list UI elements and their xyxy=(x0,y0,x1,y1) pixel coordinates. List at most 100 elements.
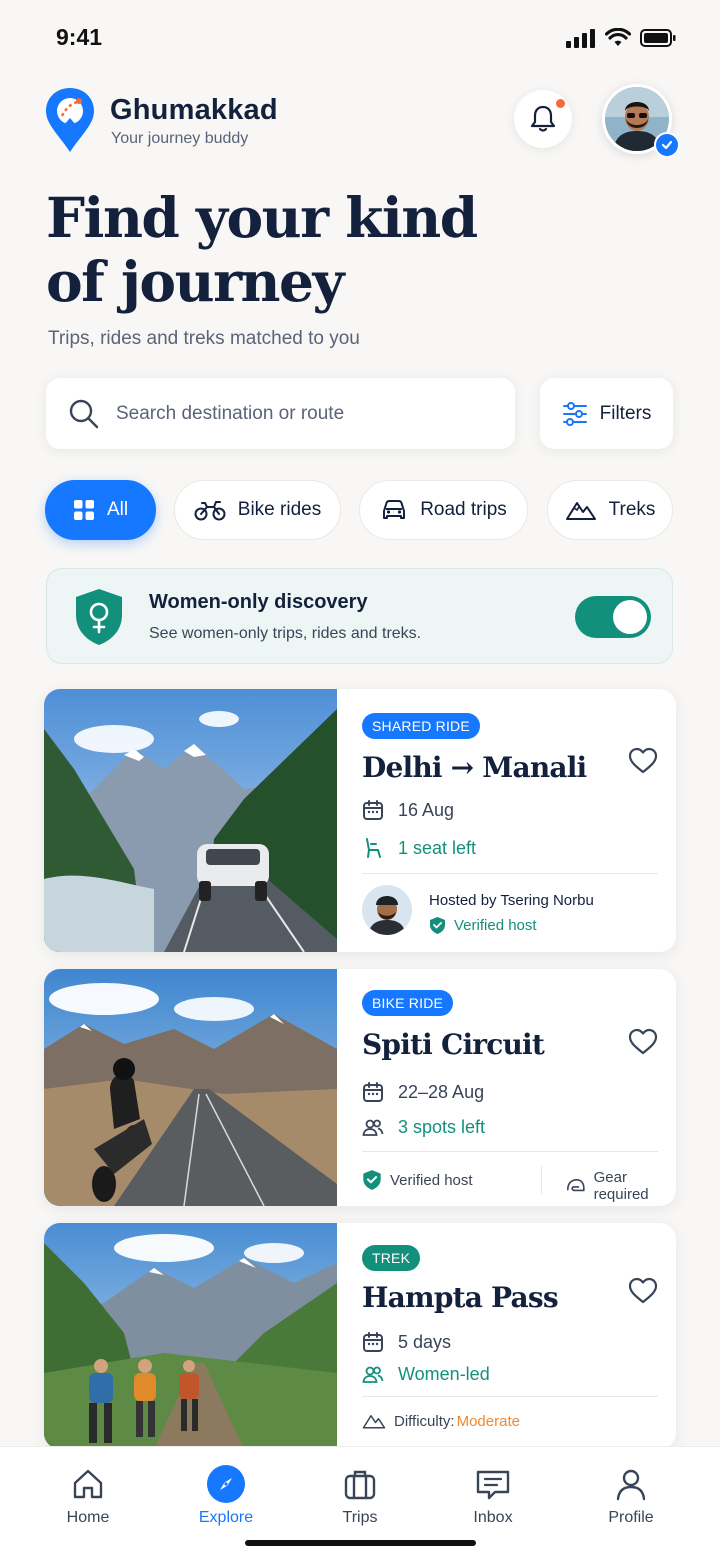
difficulty-label: Difficulty: xyxy=(394,1412,455,1430)
people-icon xyxy=(362,1119,384,1136)
bell-icon xyxy=(530,105,556,132)
tab-home[interactable]: Home xyxy=(43,1465,133,1527)
divider xyxy=(362,1151,658,1152)
host-verified: Verified host xyxy=(429,916,537,935)
host-verified-text: Verified host xyxy=(454,917,537,934)
listing-body: SHARED RIDE Delhi → Manali 16 Aug 1 seat… xyxy=(362,689,676,952)
meta-separator xyxy=(541,1166,542,1194)
profile-avatar-button[interactable] xyxy=(602,84,680,158)
listing-availability-text: 3 spots left xyxy=(398,1117,486,1137)
listing-body: TREK Hampta Pass 5 days Women-led Diffic… xyxy=(362,1223,676,1449)
toggle-knob xyxy=(613,600,647,634)
category-chip-all[interactable]: All xyxy=(45,480,156,540)
listing-difficulty: Difficulty: Moderate xyxy=(362,1412,520,1430)
category-chip-label: Bike rides xyxy=(237,499,322,520)
favorite-heart-icon[interactable] xyxy=(628,747,658,775)
listing-duration-text: 5 days xyxy=(398,1331,452,1352)
listing-leadership: Women-led xyxy=(362,1364,490,1385)
tab-label: Profile xyxy=(608,1509,654,1526)
notifications-button[interactable] xyxy=(514,90,572,148)
listing-title: Spiti Circuit xyxy=(362,1028,545,1061)
listing-badge: SHARED RIDE xyxy=(362,713,480,739)
calendar-icon xyxy=(363,1332,383,1352)
home-indicator xyxy=(245,1540,476,1546)
calendar-icon xyxy=(363,1082,383,1102)
search-input[interactable] xyxy=(116,402,476,425)
status-time: 9:41 xyxy=(56,24,103,50)
tab-explore[interactable]: Explore xyxy=(181,1465,271,1527)
category-chip-treks[interactable]: Treks xyxy=(547,480,673,540)
host-name: Hosted by Tsering Norbu xyxy=(429,892,594,909)
listing-title: Hampta Pass xyxy=(362,1281,559,1314)
tab-profile[interactable]: Profile xyxy=(586,1465,676,1527)
listing-image-mountain-road-car xyxy=(44,689,337,952)
listing-gear-required: Gear required xyxy=(566,1169,676,1203)
filters-button[interactable]: Filters xyxy=(540,378,673,449)
logo-pin-icon xyxy=(46,88,94,152)
women-only-subtitle: See women-only trips, rides and treks. xyxy=(149,625,422,642)
listing-card-hampta-pass[interactable]: TREK Hampta Pass 5 days Women-led Diffic… xyxy=(44,1223,676,1449)
app-header: Ghumakkad Your journey buddy xyxy=(44,84,680,158)
chat-icon xyxy=(476,1470,510,1500)
search-icon xyxy=(69,399,99,428)
search-bar[interactable] xyxy=(46,378,515,449)
listing-availability-text: 1 seat left xyxy=(398,837,477,858)
tab-label: Home xyxy=(66,1509,110,1526)
tab-label: Explore xyxy=(198,1509,254,1526)
listing-leadership-text: Women-led xyxy=(398,1364,490,1384)
listing-date-text: 16 Aug xyxy=(398,799,455,820)
home-icon xyxy=(73,1469,103,1499)
listing-badge: BIKE RIDE xyxy=(362,990,454,1016)
listing-body: BIKE RIDE Spiti Circuit 22–28 Aug 3 spot… xyxy=(362,969,676,1206)
calendar-icon xyxy=(363,800,383,820)
motorbike-icon xyxy=(194,501,226,521)
women-only-discovery-card: Women-only discovery See women-only trip… xyxy=(46,568,673,664)
women-only-toggle[interactable] xyxy=(575,596,651,638)
filters-label: Filters xyxy=(599,402,652,424)
signal-icon xyxy=(566,29,595,48)
category-chip-label: Road trips xyxy=(420,499,507,520)
listing-verified-host: Verified host xyxy=(362,1169,473,1191)
verified-shield-icon xyxy=(430,917,445,934)
status-bar: 9:41 xyxy=(0,0,720,78)
page-title-line-1: Find your kind xyxy=(46,185,478,250)
category-chip-bike-rides[interactable]: Bike rides xyxy=(174,480,341,540)
gear-required-text: Gear required xyxy=(593,1169,649,1203)
category-chip-road-trips[interactable]: Road trips xyxy=(359,480,528,540)
women-shield-icon xyxy=(76,589,122,645)
tab-label: Inbox xyxy=(473,1509,513,1526)
battery-icon xyxy=(640,29,676,47)
listing-card-spiti-circuit[interactable]: BIKE RIDE Spiti Circuit 22–28 Aug 3 spot… xyxy=(44,969,676,1206)
listing-title: Delhi → Manali xyxy=(362,751,587,784)
listing-duration: 5 days xyxy=(362,1331,451,1353)
status-icons xyxy=(566,28,676,48)
page-title: Find your kind of journey xyxy=(46,186,546,314)
listing-image-motorbike-mountain-road xyxy=(44,969,337,1206)
listing-date: 16 Aug xyxy=(362,799,454,821)
tab-inbox[interactable]: Inbox xyxy=(448,1465,538,1527)
favorite-heart-icon[interactable] xyxy=(628,1277,658,1305)
seat-icon xyxy=(366,838,381,858)
compass-icon xyxy=(220,1478,232,1490)
sliders-icon xyxy=(562,401,587,426)
brand-tagline: Your journey buddy xyxy=(111,130,249,147)
women-only-title: Women-only discovery xyxy=(149,591,368,613)
divider xyxy=(362,873,658,874)
listing-date: 22–28 Aug xyxy=(362,1081,484,1103)
listing-availability: 1 seat left xyxy=(362,837,476,859)
listing-image-trekkers-valley xyxy=(44,1223,337,1449)
divider xyxy=(362,1396,658,1397)
listing-card-delhi-manali[interactable]: SHARED RIDE Delhi → Manali 16 Aug 1 seat… xyxy=(44,689,676,952)
mountain-icon xyxy=(362,1415,386,1429)
brand-name: Ghumakkad xyxy=(110,94,278,126)
helmet-icon xyxy=(566,1178,585,1192)
category-chip-label: All xyxy=(106,499,129,520)
tab-trips[interactable]: Trips xyxy=(315,1465,405,1527)
verified-badge xyxy=(654,132,680,158)
favorite-heart-icon[interactable] xyxy=(628,1028,658,1056)
people-icon xyxy=(362,1366,384,1383)
category-chip-label: Treks xyxy=(608,499,656,520)
listing-badge: TREK xyxy=(362,1245,421,1271)
mountain-icon xyxy=(565,502,596,520)
car-icon xyxy=(383,500,406,519)
